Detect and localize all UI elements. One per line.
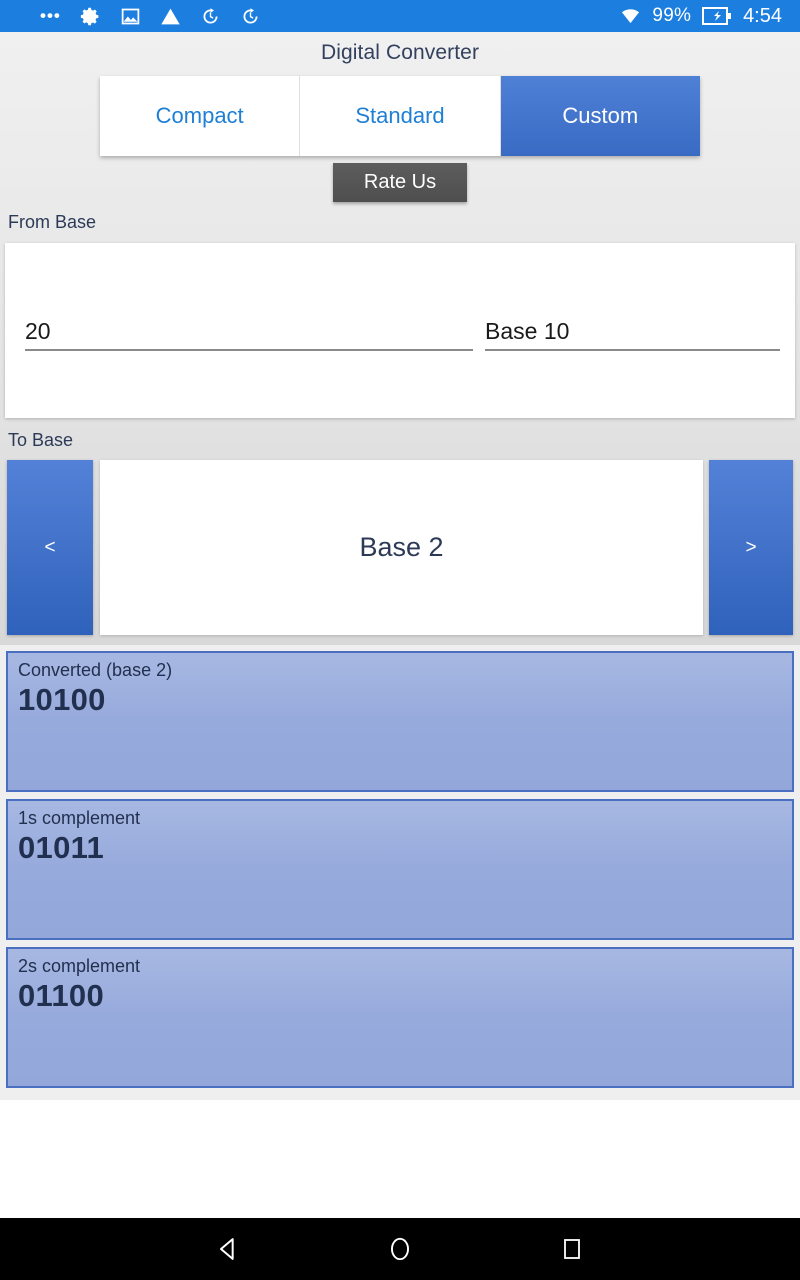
result-card-converted[interactable]: Converted (base 2) 10100: [6, 651, 794, 792]
image-icon: [120, 6, 141, 27]
result-value: 01100: [18, 977, 104, 1013]
wifi-icon: [620, 6, 641, 27]
result-label: Converted (base 2): [18, 660, 173, 680]
to-base-value[interactable]: Base 2: [100, 460, 703, 635]
tab-custom[interactable]: Custom: [500, 76, 700, 156]
settings-gear-icon: [80, 6, 101, 27]
from-base-input[interactable]: Base 10: [485, 318, 780, 351]
to-base-selector: < Base 2 >: [0, 460, 800, 635]
tab-standard[interactable]: Standard: [300, 76, 501, 156]
status-bar-left-icons: •••: [0, 6, 261, 27]
back-icon[interactable]: [211, 1232, 245, 1266]
from-base-card: 20 Base 10: [5, 243, 795, 418]
result-label: 1s complement: [18, 808, 141, 828]
previous-base-button[interactable]: <: [7, 460, 93, 635]
result-label: 2s complement: [18, 956, 141, 976]
result-value: 10100: [18, 681, 106, 717]
app-screen: ••• 99% 4:54 Digital Converter Compact S…: [0, 0, 800, 1280]
rate-us-button[interactable]: Rate Us: [333, 163, 467, 202]
next-base-button[interactable]: >: [709, 460, 793, 635]
more-options-icon: •••: [40, 6, 61, 25]
status-bar-right-icons: 99% 4:54: [620, 5, 800, 28]
recents-icon[interactable]: [555, 1232, 589, 1266]
result-value: 01011: [18, 829, 104, 865]
to-base-label: To Base: [8, 430, 74, 450]
battery-percent-label: 99%: [652, 5, 692, 26]
tab-compact[interactable]: Compact: [100, 76, 301, 156]
home-icon[interactable]: [383, 1232, 417, 1266]
result-card-ones-complement[interactable]: 1s complement 01011: [6, 799, 794, 940]
mode-tab-strip: Compact Standard Custom: [100, 76, 700, 156]
alarm-icon: [200, 6, 221, 27]
from-base-label: From Base: [8, 212, 97, 232]
clock-label: 4:54: [743, 4, 782, 27]
page-title: Digital Converter: [320, 41, 480, 64]
status-bar: ••• 99% 4:54: [0, 0, 800, 32]
warning-icon: [160, 6, 181, 27]
from-value-input[interactable]: 20: [25, 318, 473, 351]
results-list: Converted (base 2) 10100 1s complement 0…: [0, 645, 800, 1100]
system-navigation-bar: [0, 1218, 800, 1280]
battery-charging-icon: [702, 7, 732, 25]
result-card-twos-complement[interactable]: 2s complement 01100: [6, 947, 794, 1088]
bottom-filler: [0, 1100, 800, 1218]
alarm-icon: [240, 6, 261, 27]
